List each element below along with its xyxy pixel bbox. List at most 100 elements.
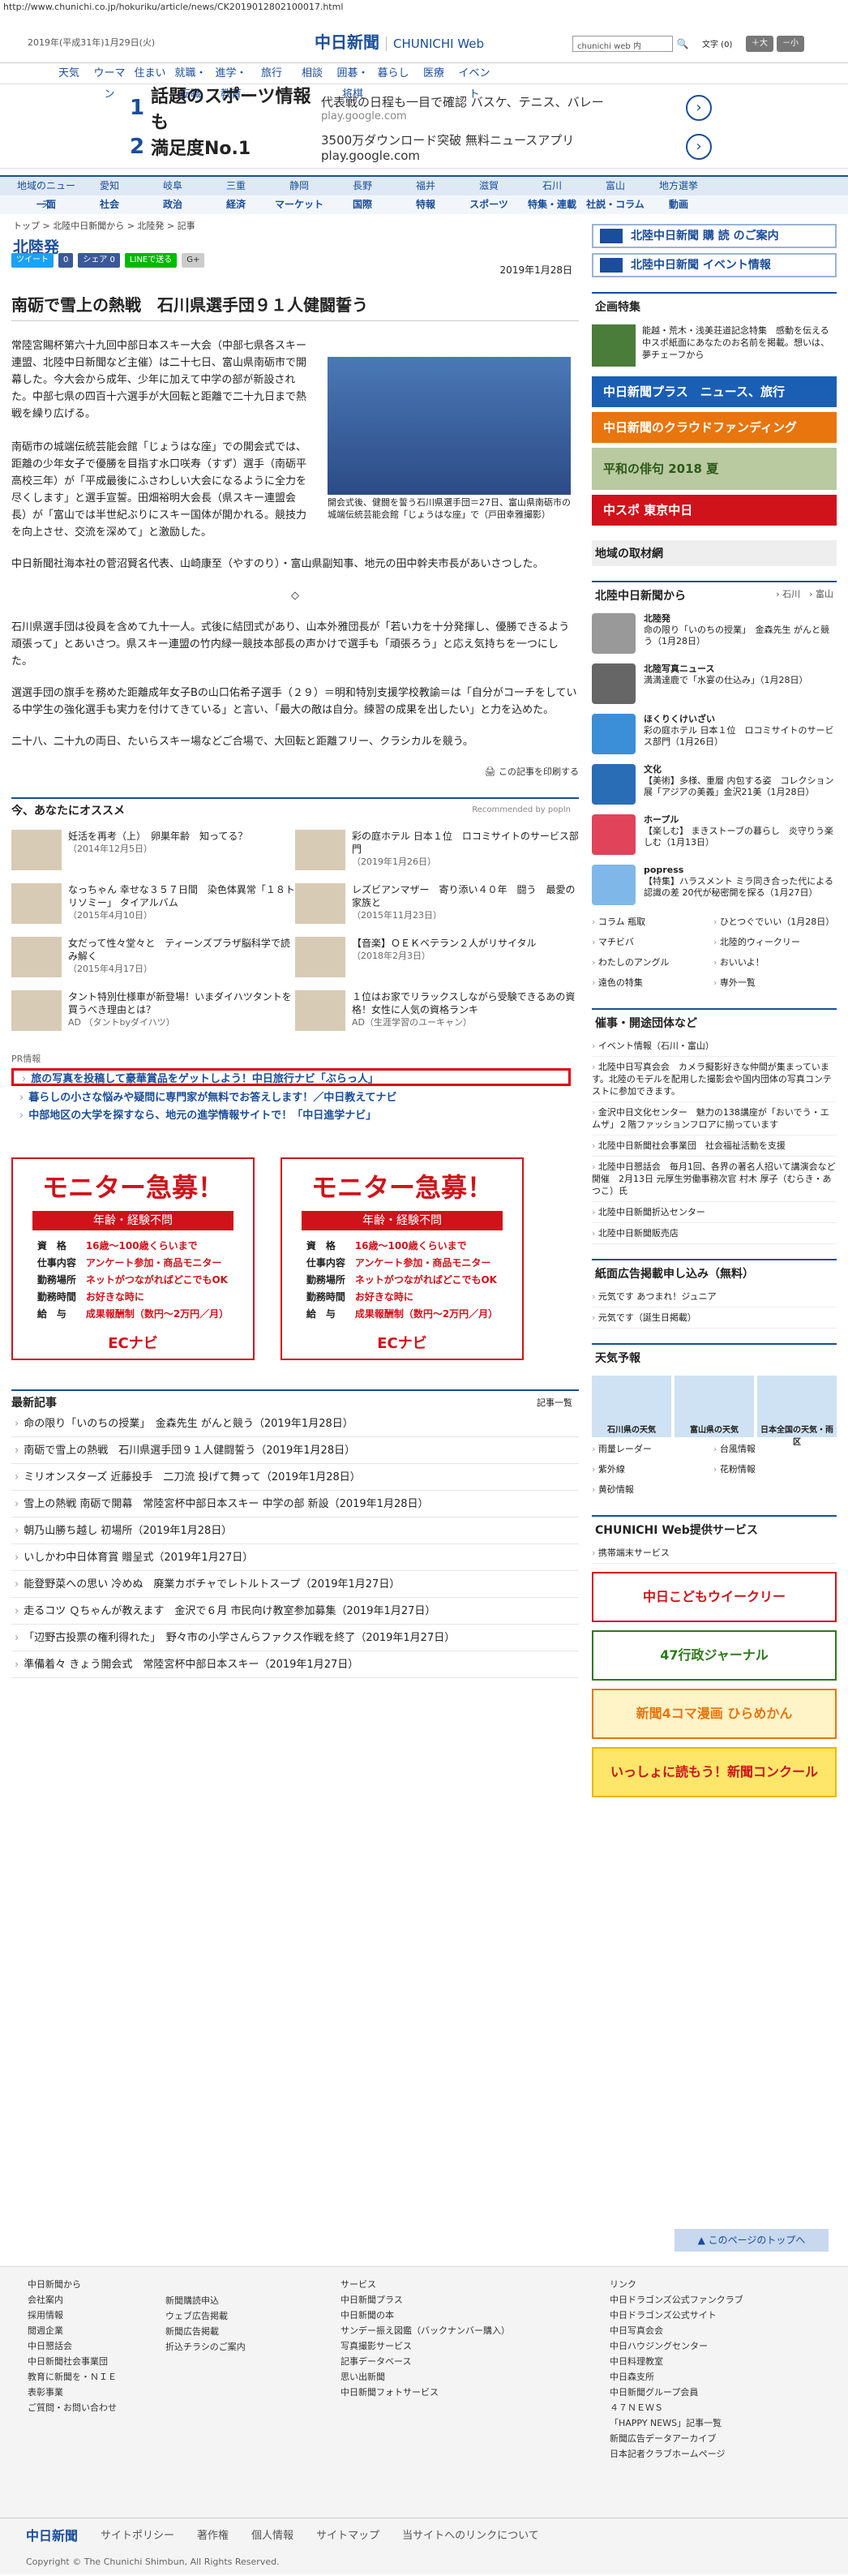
footer-link[interactable]: 教育に新聞を・ＮＩＥ [28,2371,117,2384]
nav-item[interactable]: 相談 [292,63,332,84]
pr-link[interactable]: › 旅の写真を投稿して豪華賞品をゲットしよう！中日旅行ナビ「ぶらっ人」 [11,1068,571,1086]
section-link[interactable]: スポーツ [457,195,520,214]
weather-link[interactable]: 黄砂情報 [592,1483,713,1496]
footer-bar-link[interactable]: サイトポリシー [101,2527,174,2542]
chevron-right-icon[interactable]: › [686,95,712,121]
sidebar-item[interactable]: 北陸写真ニュース 満満達鹿で「水宴の仕込み」（1月28日） [592,659,837,709]
event-link[interactable]: 北陸中日新聞折込センター [592,1202,837,1223]
sidebar-item[interactable]: popress 【特集】ハラスメント ミラ同き合った代による認識の差 20代が秘密… [592,860,837,910]
footer-link[interactable]: 日本記者クラブホームページ [610,2448,743,2461]
footer-link[interactable]: 中日新聞グループ会員 [610,2386,743,2399]
ad-row[interactable]: 1 話題のスポーツ情報も 代表戦の日程も一目で確認 バスケ、テニス、バレー pla… [130,87,713,133]
footer-logo[interactable]: 中日新聞 [26,2525,78,2544]
recommend-credit[interactable]: Recommended by popIn [472,805,571,814]
sidebar-banner[interactable]: 47行政ジャーナル [592,1630,837,1681]
sidebar-item[interactable]: ホープル 【楽しむ】 まきストーブの暮らし 炎守りう楽しむ（1月13日） [592,809,837,860]
footer-link[interactable]: 中日新聞プラス [340,2294,510,2307]
section-link[interactable]: 経済 [204,195,268,214]
section-link[interactable]: 地域のニュース [15,177,78,210]
recommend-item[interactable]: なっちゃん 幸せな３５７日間 染色体異常「１８トリソミー」 タイアルバム （201… [11,883,295,929]
sidebar-link[interactable]: 北陸的ウィークリー [713,935,835,948]
ad-row[interactable]: 2 満足度No.1 3500万ダウンロード突破 無料ニュースアプリ play.g… [130,130,713,164]
latest-item[interactable]: › いしかわ中日体育賞 贈呈式（2019年1月27日） [11,1544,579,1571]
nav-item[interactable]: 医療 [413,63,454,84]
weather-link[interactable]: 花粉情報 [713,1462,835,1475]
local-network[interactable]: 地域の取材網 [592,540,837,566]
ad-link[interactable]: 元気です あつまれ！ジュニア [592,1286,837,1307]
latest-item[interactable]: › 朝乃山勝ち越し 初場所（2019年1月28日） [11,1518,579,1544]
footer-link[interactable]: 新聞広告掲載 [165,2325,246,2338]
footer-link[interactable]: 中日森支所 [610,2371,743,2384]
print-link[interactable]: 🖨 この記事を印刷する [11,765,579,778]
section-link[interactable]: 政治 [141,195,204,214]
nav-item[interactable]: ウーマン [89,63,130,101]
gplus-button[interactable]: G+ [182,253,205,268]
sidebar-link[interactable]: わたしのアングル [592,955,713,968]
section-link[interactable]: 滋賀 [457,177,520,195]
event-link[interactable]: 北陸中日新聞販売店 [592,1223,837,1244]
section-link[interactable]: マーケット [268,195,331,214]
footer-bar-link[interactable]: 当サイトへのリンクについて [402,2527,539,2542]
footer-link[interactable]: 中日ハウジングセンター [610,2340,743,2353]
pr-link[interactable]: › 暮らしの小さな悩みや疑問に専門家が無料でお答えします！／中日教えてナビ [11,1089,579,1107]
event-link[interactable]: 北陸中日懇話会 毎月1回、各界の著名人招いて講演会など開催 2月13日 元厚生労… [592,1157,837,1202]
section-link[interactable]: 地方選挙 [647,177,710,195]
latest-item[interactable]: › 準備着々 きょう開会式 常陸宮杯中部日本スキー（2019年1月27日） [11,1651,579,1678]
section-link[interactable]: 福井 [394,177,457,195]
footer-link[interactable]: ウェブ広告掲載 [165,2310,246,2323]
ad-link[interactable]: 元気です（誕生日掲載） [592,1307,837,1329]
sidebar-banner[interactable]: 中日新聞プラス ニュース、旅行 [592,376,837,407]
share-button[interactable]: シェア 0 [78,253,120,268]
latest-item[interactable]: › 「辺野古投票の権利得れた」 野々市の小学さんらファクス作戦を終了（2019年1… [11,1625,579,1651]
section-link[interactable]: 石川 [520,177,584,195]
nav-item[interactable]: 囲碁・将棋 [332,63,373,101]
sidebar-item[interactable]: ほくりくけいざい 彩の庭ホテル 日本１位 ロコミサイトのサービス部門（1月26日） [592,709,837,759]
nav-item[interactable]: 住まい [130,63,170,84]
page-top-button[interactable]: ▲ このページのトップへ [675,2229,829,2252]
footer-link[interactable]: 中日ドラゴンズ公式ファンクラブ [610,2294,743,2307]
recommend-item[interactable]: 女だって性々堂々と ティーンズプラザ脳科学で読み解く （2015年4月17日） [11,937,295,982]
weather-tile[interactable]: 石川県の天気 [592,1376,671,1437]
section-link[interactable]: 動画 [647,195,710,214]
ad-desc[interactable]: 代表戦の日程も一目で確認 バスケ、テニス、バレー play.google.com [321,93,662,122]
monitor-ad[interactable]: モニター急募！ 年齢・経験不問 資 格 16歳～100歳くらいまで 仕事内容 アンケ… [281,1157,524,1360]
footer-link[interactable]: 写真撮影サービス [340,2340,510,2353]
font-smaller-button[interactable]: －小 [777,36,804,52]
weather-link[interactable]: 紫外線 [592,1462,713,1475]
footer-link[interactable]: 新聞広告データアーカイブ [610,2432,743,2445]
latest-item[interactable]: › ミリオンスターズ 近藤投手 二刀流 投げて舞って（2019年1月28日） [11,1464,579,1491]
section-link[interactable]: 三重 [204,177,268,195]
ad-desc[interactable]: 3500万ダウンロード突破 無料ニュースアプリ play.google.com [321,131,662,163]
like-button[interactable]: 0 [58,253,74,268]
nav-item[interactable]: 就職・転職 [170,63,211,101]
sidebar-banner[interactable]: 中日こどもウイークリー [592,1572,837,1622]
latest-item[interactable]: › 南砺で雪上の熱戦 石川県選手団９１人健闘誓う（2019年1月28日） [11,1437,579,1464]
latest-item[interactable]: › 雪上の熱戦 南砺で開幕 常陸宮杯中部日本スキー 中学の部 新設（2019年1月… [11,1491,579,1518]
footer-link[interactable]: 中日新聞から [28,2278,117,2291]
section-link[interactable]: 社会 [78,195,141,214]
footer-link[interactable]: 記事データベース [340,2355,510,2368]
footer-link[interactable]: 新聞購読申込 [165,2295,246,2308]
section-link[interactable]: 静岡 [268,177,331,195]
footer-link[interactable]: 中日料理教室 [610,2355,743,2368]
event-link[interactable]: イベント情報（石川・富山） [592,1036,837,1057]
latest-item[interactable]: › 能登野菜への思い 冷めぬ 廃業カボチャでレトルトスープ（2019年1月27日） [11,1571,579,1598]
sidebar-banner[interactable]: 中日新聞のクラウドファンディング [592,412,837,443]
article-list-link[interactable]: 記事一覧 [537,1396,572,1409]
footer-link[interactable]: 中日懇話会 [28,2340,117,2353]
monitor-ad[interactable]: モニター急募！ 年齢・経験不問 資 格 16歳～100歳くらいまで 仕事内容 アンケ… [11,1157,255,1360]
sidebar-link[interactable]: 専外一覧 [713,976,835,989]
footer-link[interactable]: 中日新聞の本 [340,2309,510,2322]
sidebar-link[interactable]: おいいよ！ [713,955,835,968]
footer-link[interactable]: 中日ドラゴンズ公式サイト [610,2309,743,2322]
recommend-item[interactable]: １位はお家でリラックスしながら受験できるあの資格！女性に人気の資格ランキ AD（生… [295,990,579,1036]
nav-item[interactable]: 暮らし [373,63,413,84]
footer-link[interactable]: 思い出新聞 [340,2371,510,2384]
footer-bar-link[interactable]: サイトマップ [316,2527,379,2542]
sidebar-banner[interactable]: 中スポ 東京中日 [592,495,837,526]
pr-link[interactable]: › 中部地区の大学を探すなら、地元の進学情報サイトで！「中日進学ナビ」 [11,1107,579,1125]
section-link[interactable]: 岐阜 [141,177,204,195]
sidebar-link[interactable]: コラム 瓶取 [592,915,713,928]
search-input[interactable]: chunichi web 内 [572,36,673,52]
footer-link[interactable]: 中日写真会会 [610,2325,743,2338]
